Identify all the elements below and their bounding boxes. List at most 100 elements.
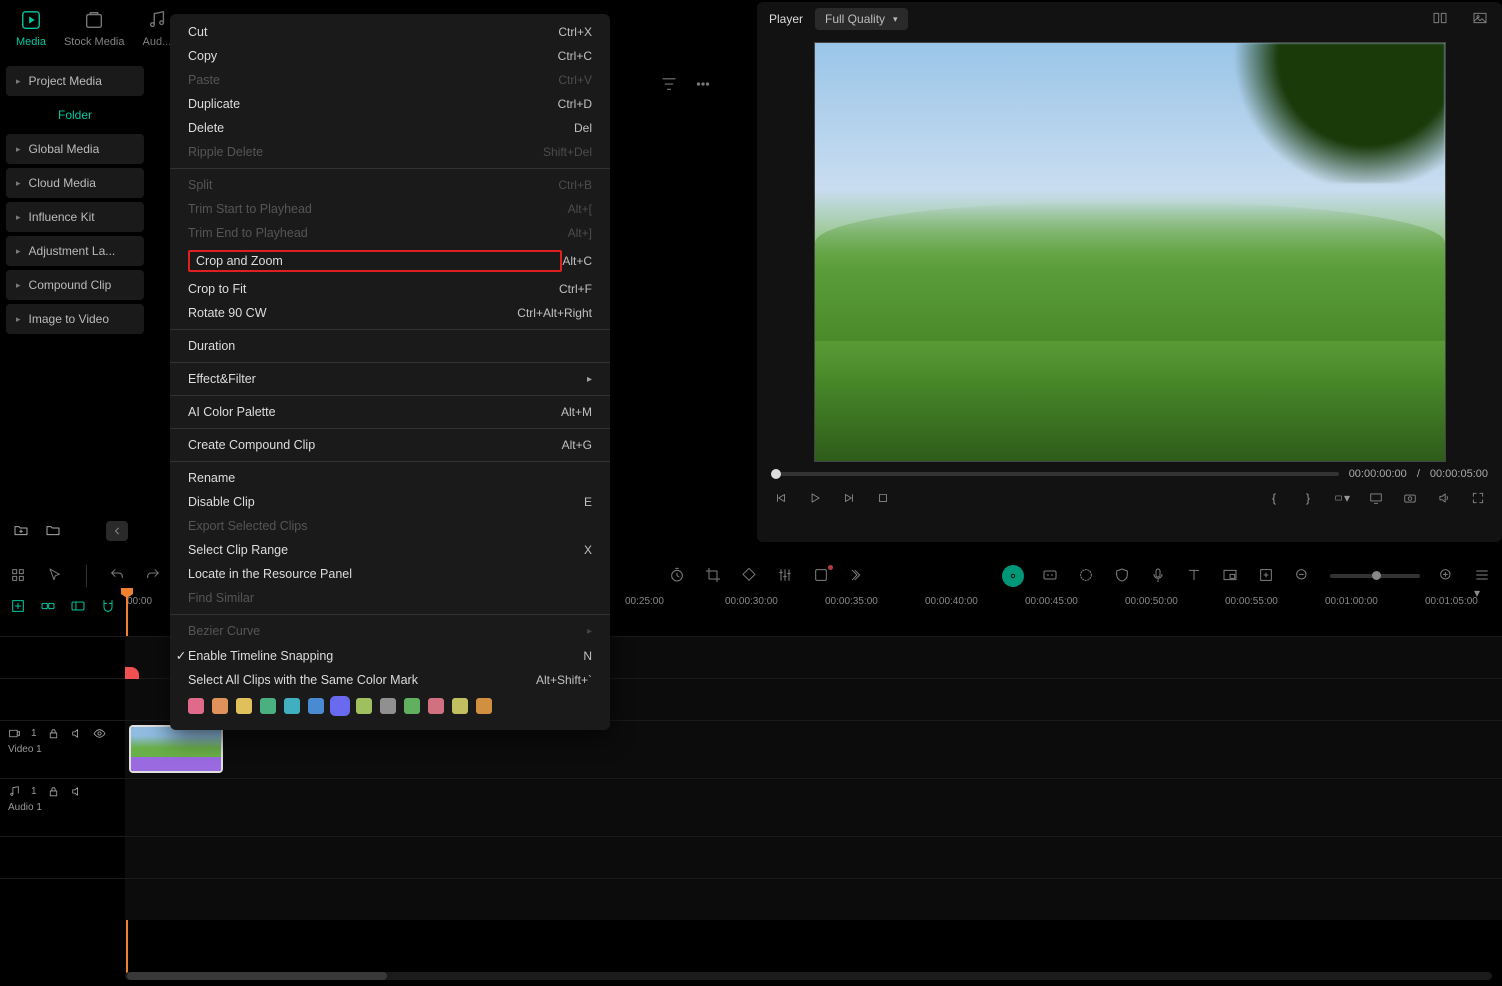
- mark-out-icon[interactable]: }: [1300, 490, 1316, 506]
- ctx-select-same-color[interactable]: Select All Clips with the Same Color Mar…: [170, 668, 610, 692]
- ctx-snapping[interactable]: ✓Enable Timeline SnappingN: [170, 643, 610, 668]
- tab-audio[interactable]: Aud...: [143, 8, 172, 48]
- video-preview[interactable]: [814, 42, 1446, 462]
- stop-button[interactable]: [875, 490, 891, 506]
- sidebar-influence-kit[interactable]: ▸Influence Kit: [6, 202, 144, 232]
- color-swatch[interactable]: [284, 698, 300, 714]
- ctx-select-range[interactable]: Select Clip RangeX: [170, 538, 610, 562]
- aspect-dropdown[interactable]: ▾: [1334, 490, 1350, 506]
- ctx-cut[interactable]: CutCtrl+X: [170, 20, 610, 44]
- record-icon[interactable]: [1078, 567, 1096, 585]
- audio-lane-1[interactable]: [125, 779, 1502, 836]
- group-icon[interactable]: [70, 598, 86, 614]
- timer-icon[interactable]: [669, 567, 687, 585]
- expand-icon[interactable]: [849, 567, 867, 585]
- zoom-slider[interactable]: [1330, 574, 1420, 578]
- color-swatch[interactable]: [212, 698, 228, 714]
- ctx-rename[interactable]: Rename: [170, 466, 610, 490]
- color-swatch[interactable]: [308, 698, 324, 714]
- visibility-icon[interactable]: [93, 727, 106, 740]
- ctx-create-compound[interactable]: Create Compound ClipAlt+G: [170, 433, 610, 457]
- ctx-duration[interactable]: Duration: [170, 334, 610, 358]
- ctx-disable-clip[interactable]: Disable ClipE: [170, 490, 610, 514]
- shield-icon[interactable]: [1114, 567, 1132, 585]
- color-swatch[interactable]: [236, 698, 252, 714]
- sidebar-cloud-media[interactable]: ▸Cloud Media: [6, 168, 144, 198]
- ctx-effect-filter[interactable]: Effect&Filter▸: [170, 367, 610, 391]
- tag-icon[interactable]: [741, 567, 759, 585]
- sidebar-folder[interactable]: Folder: [6, 100, 144, 130]
- media-panel-actions: [660, 75, 712, 93]
- more-icon[interactable]: [694, 75, 712, 93]
- player-seek-bar[interactable]: [771, 472, 1339, 476]
- ctx-copy[interactable]: CopyCtrl+C: [170, 44, 610, 68]
- picture-in-picture-icon[interactable]: [1222, 567, 1240, 585]
- display-icon[interactable]: [1368, 490, 1384, 506]
- snapshot-icon[interactable]: [1402, 490, 1418, 506]
- mute-track-icon[interactable]: [70, 785, 83, 798]
- redo-icon[interactable]: [145, 567, 163, 585]
- prev-frame-button[interactable]: [773, 490, 789, 506]
- player-timeline: 00:00:00:00 / 00:00:05:00: [757, 462, 1502, 486]
- tab-media[interactable]: Media: [16, 8, 46, 48]
- ctx-rotate[interactable]: Rotate 90 CWCtrl+Alt+Right: [170, 301, 610, 325]
- text-tool-icon[interactable]: [1186, 567, 1204, 585]
- lock-icon[interactable]: [47, 727, 60, 740]
- magnet-icon[interactable]: [100, 598, 116, 614]
- color-swatch[interactable]: [380, 698, 396, 714]
- color-swatch[interactable]: [452, 698, 468, 714]
- mark-in-icon[interactable]: {: [1266, 490, 1282, 506]
- sidebar-global-media[interactable]: ▸Global Media: [6, 134, 144, 164]
- add-track-icon[interactable]: [10, 598, 26, 614]
- effects-icon[interactable]: [813, 567, 831, 585]
- color-swatch[interactable]: [428, 698, 444, 714]
- ctx-delete[interactable]: DeleteDel: [170, 116, 610, 140]
- color-swatch[interactable]: [188, 698, 204, 714]
- cc-icon[interactable]: [1042, 567, 1060, 585]
- play-button[interactable]: [807, 490, 823, 506]
- track-options-icon[interactable]: ▾: [1474, 567, 1492, 585]
- picture-icon[interactable]: [1472, 10, 1490, 28]
- ctx-duplicate[interactable]: DuplicateCtrl+D: [170, 92, 610, 116]
- zoom-in-icon[interactable]: [1438, 567, 1456, 585]
- media-icon: [19, 8, 43, 32]
- compare-icon[interactable]: [1432, 10, 1450, 28]
- mute-track-icon[interactable]: [70, 727, 83, 740]
- fullscreen-icon[interactable]: [1470, 490, 1486, 506]
- cursor-icon[interactable]: [46, 567, 64, 585]
- sidebar-image-to-video[interactable]: ▸Image to Video: [6, 304, 144, 334]
- link-icon[interactable]: [40, 598, 56, 614]
- quality-dropdown[interactable]: Full Quality▾: [815, 8, 908, 30]
- ctx-crop-fit[interactable]: Crop to FitCtrl+F: [170, 277, 610, 301]
- ctx-ai-color[interactable]: AI Color PaletteAlt+M: [170, 400, 610, 424]
- filter-icon[interactable]: [660, 75, 678, 93]
- adjust-icon[interactable]: [777, 567, 795, 585]
- zoom-out-icon[interactable]: [1294, 567, 1312, 585]
- sidebar-compound-clip[interactable]: ▸Compound Clip: [6, 270, 144, 300]
- color-swatch[interactable]: [476, 698, 492, 714]
- ai-circle-icon[interactable]: [1002, 565, 1024, 587]
- sidebar-project-media[interactable]: ▸Project Media: [6, 66, 144, 96]
- timeline-scrollbar[interactable]: [125, 972, 1492, 980]
- lock-icon[interactable]: [47, 785, 60, 798]
- ctx-color-swatches: [170, 692, 610, 724]
- grid-icon[interactable]: [10, 567, 28, 585]
- tab-stock-media[interactable]: Stock Media: [64, 8, 125, 48]
- mic-icon[interactable]: [1150, 567, 1168, 585]
- mute-icon[interactable]: [1436, 490, 1452, 506]
- ctx-crop-zoom[interactable]: Crop and ZoomAlt+C: [170, 245, 610, 277]
- fit-icon[interactable]: [1258, 567, 1276, 585]
- new-folder-icon[interactable]: [12, 521, 30, 539]
- undo-icon[interactable]: [109, 567, 127, 585]
- color-swatch[interactable]: [332, 698, 348, 714]
- ctx-locate[interactable]: Locate in the Resource Panel: [170, 562, 610, 586]
- color-swatch[interactable]: [404, 698, 420, 714]
- next-frame-button[interactable]: [841, 490, 857, 506]
- video-clip[interactable]: [129, 725, 223, 773]
- color-swatch[interactable]: [260, 698, 276, 714]
- color-swatch[interactable]: [356, 698, 372, 714]
- sidebar-adjustment-layer[interactable]: ▸Adjustment La...: [6, 236, 144, 266]
- crop-tool-icon[interactable]: [705, 567, 723, 585]
- folder-icon[interactable]: [44, 521, 62, 539]
- collapse-sidebar-button[interactable]: [106, 521, 128, 541]
